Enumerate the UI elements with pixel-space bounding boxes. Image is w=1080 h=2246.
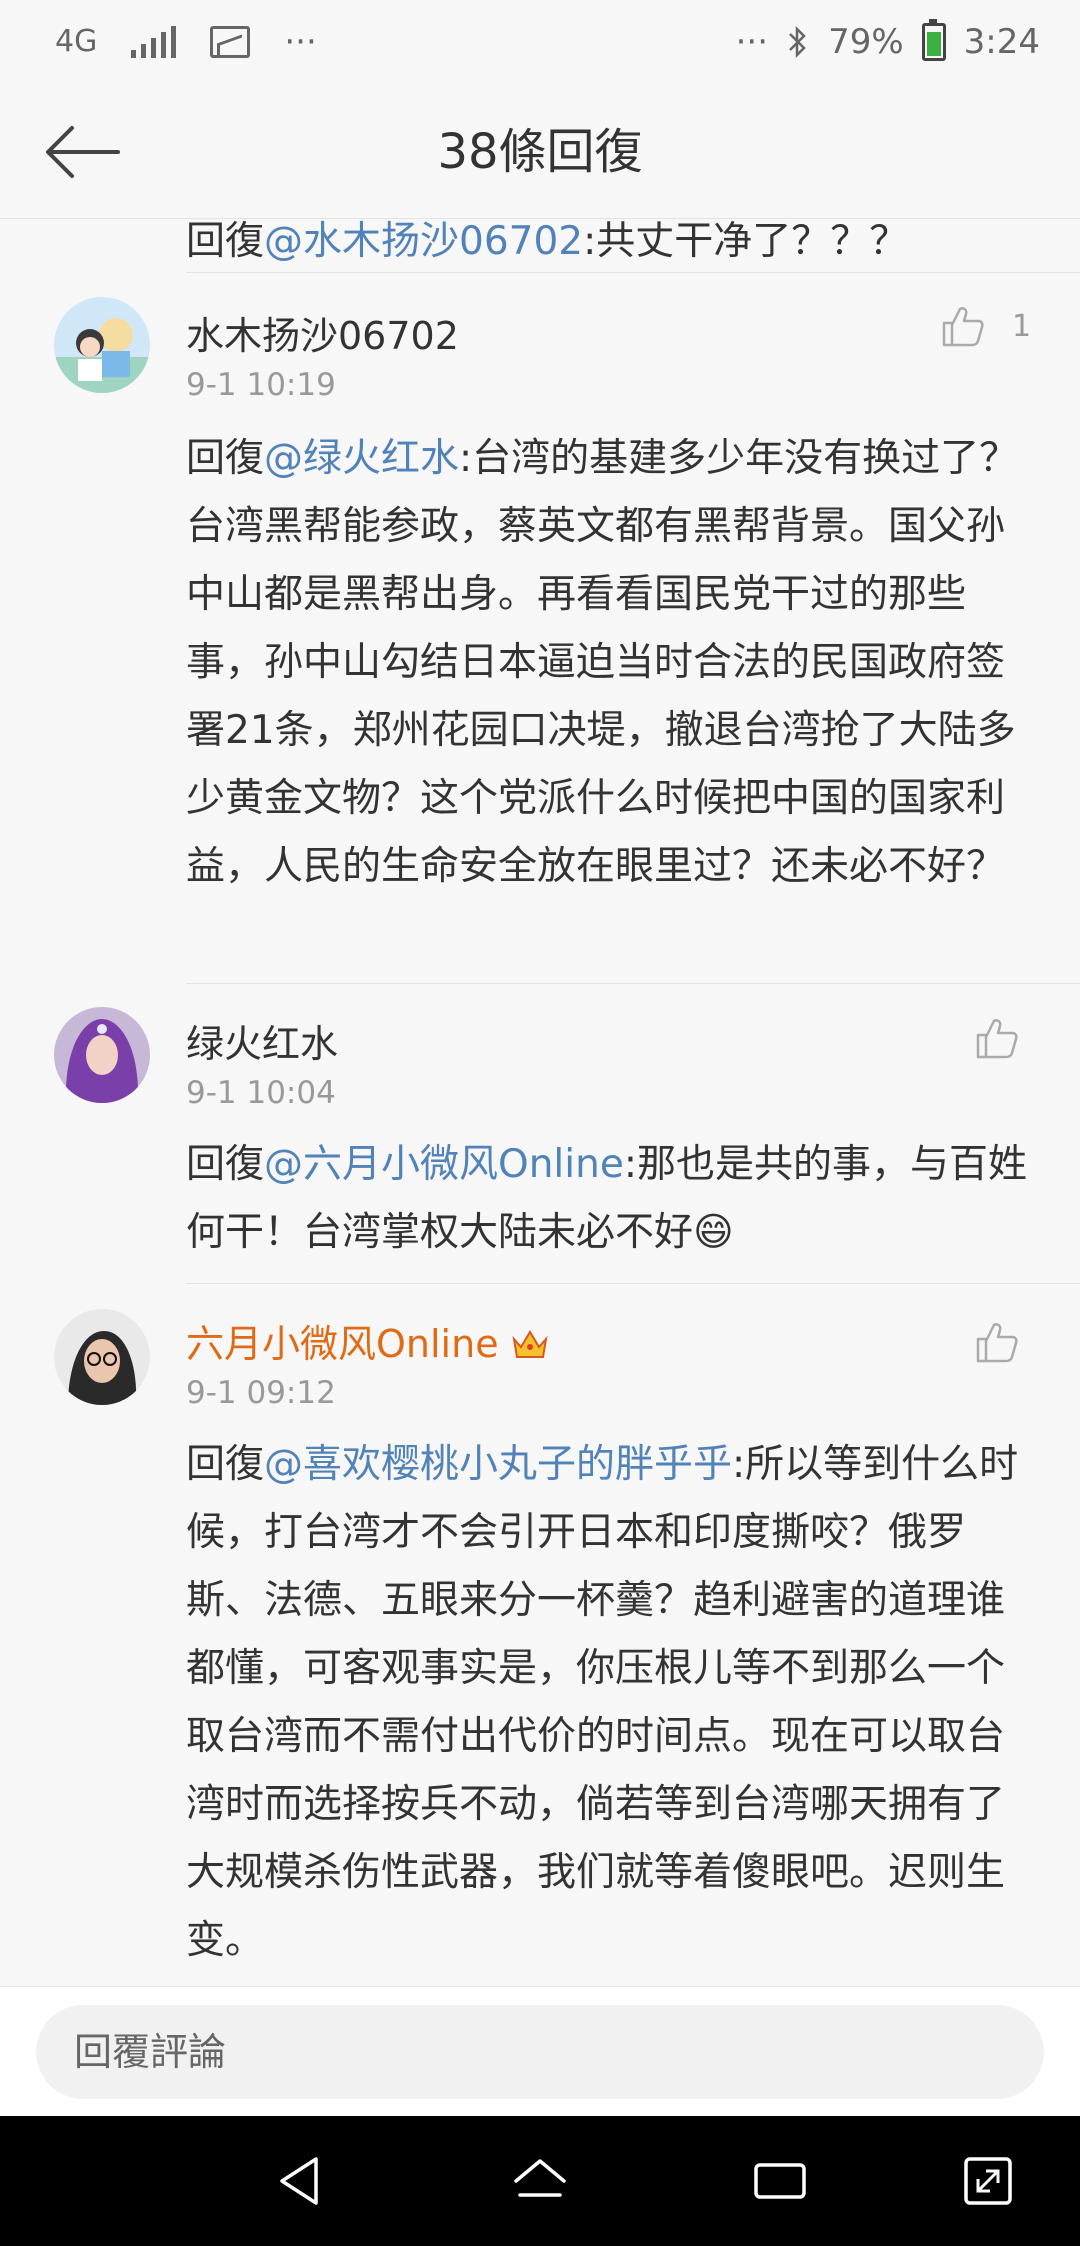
- screen-expand-icon[interactable]: [958, 2151, 1018, 2211]
- reply-bar: 回覆評論: [0, 1986, 1080, 2117]
- clock: 3:24: [963, 22, 1040, 62]
- battery-icon: [921, 19, 946, 61]
- commenter-name[interactable]: 六月小微风Online: [186, 1313, 549, 1368]
- reply-comment-input[interactable]: 回覆評論: [36, 2005, 1044, 2099]
- comment-timestamp: 9-1 10:04: [186, 1075, 336, 1111]
- comment-item: 水木扬沙06702 9-1 10:19 1 回復@绿火红水:台湾的基建多少年没有…: [0, 273, 1080, 973]
- reply-prefix: 回復: [186, 1442, 265, 1487]
- comment-text: :所以等到什么时候，打台湾才不会引开日本和印度撕咬？俄罗斯、法德、五眼来分一杯羹…: [186, 1442, 1019, 1963]
- vip-crown-icon: [512, 1330, 548, 1358]
- recent-apps-nav-icon[interactable]: [750, 2151, 810, 2211]
- mention-link[interactable]: @喜欢樱桃小丸子的胖乎乎: [264, 1442, 732, 1487]
- partial-comment-text: 回復@水木扬沙06702:共丈干净了？？？: [186, 218, 908, 266]
- commenter-name[interactable]: 绿火红水: [186, 1013, 338, 1068]
- page-title: 38條回復: [437, 124, 643, 180]
- comment-timestamp: 9-1 09:12: [186, 1375, 336, 1411]
- avatar[interactable]: [54, 297, 150, 393]
- comment-item: 绿火红水 9-1 10:04 回復@六月小微风Online:那也是共的事，与百姓…: [0, 983, 1080, 1283]
- avatar[interactable]: [54, 1007, 150, 1103]
- reply-prefix: 回復: [186, 436, 265, 481]
- top-app-bar: 38條回復: [0, 90, 1080, 219]
- comment-text: :台湾的基建多少年没有换过了？台湾黑帮能参政，蔡英文都有黑帮背景。国父孙中山都是…: [186, 436, 1019, 889]
- like-button[interactable]: 1: [940, 303, 1031, 349]
- mention-link[interactable]: @绿火红水: [264, 436, 459, 481]
- bluetooth-icon: [789, 25, 806, 59]
- reply-prefix: 回復: [186, 219, 265, 264]
- more-notifications-icon: ···: [284, 22, 317, 62]
- comment-item: 六月小微风Online 9-1 09:12 回復@喜欢樱桃小丸子的胖乎乎:所以等…: [0, 1283, 1080, 1983]
- thumbs-up-icon: [976, 1019, 1018, 1059]
- like-button[interactable]: [974, 1319, 1020, 1365]
- network-indicator: 4G: [55, 24, 98, 59]
- thumbs-up-icon: [976, 1323, 1018, 1363]
- commenter-name-text: 六月小微风Online: [186, 1322, 499, 1366]
- commenter-name[interactable]: 水木扬沙06702: [186, 305, 459, 360]
- comment-body: 回復@喜欢樱桃小丸子的胖乎乎:所以等到什么时候，打台湾才不会引开日本和印度撕咬？…: [186, 1431, 1032, 1975]
- comment-text: :共丈干净了？？？: [583, 219, 909, 264]
- comment-body: 回復@六月小微风Online:那也是共的事，与百姓何干！台湾掌权大陆未必不好😄: [186, 1131, 1032, 1267]
- mention-link[interactable]: @水木扬沙06702: [264, 219, 583, 264]
- status-bar: 4G ··· ··· 79% 3:24: [0, 0, 1080, 90]
- comment-body: 回復@绿火红水:台湾的基建多少年没有换过了？台湾黑帮能参政，蔡英文都有黑帮背景。…: [186, 425, 1032, 901]
- grin-emoji: 😄: [693, 1210, 734, 1255]
- avatar[interactable]: [54, 1309, 150, 1405]
- like-button[interactable]: [974, 1015, 1020, 1061]
- thumbs-up-icon: [942, 307, 984, 347]
- signal-icon: [131, 26, 177, 58]
- reply-prefix: 回復: [186, 1142, 265, 1187]
- system-navigation-bar: [0, 2116, 1080, 2246]
- home-nav-icon[interactable]: [510, 2151, 570, 2211]
- comment-timestamp: 9-1 10:19: [186, 367, 336, 403]
- image-notification-icon: [210, 26, 251, 58]
- battery-percent: 79%: [828, 22, 904, 62]
- more-status-icon: ···: [735, 22, 769, 62]
- like-count: 1: [1012, 308, 1032, 344]
- back-nav-icon[interactable]: [270, 2151, 330, 2211]
- mention-link[interactable]: @六月小微风Online: [264, 1142, 624, 1187]
- comment-list[interactable]: 回復@水木扬沙06702:共丈干净了？？？ 水木扬沙06702 9-1 10:1…: [0, 218, 1080, 1986]
